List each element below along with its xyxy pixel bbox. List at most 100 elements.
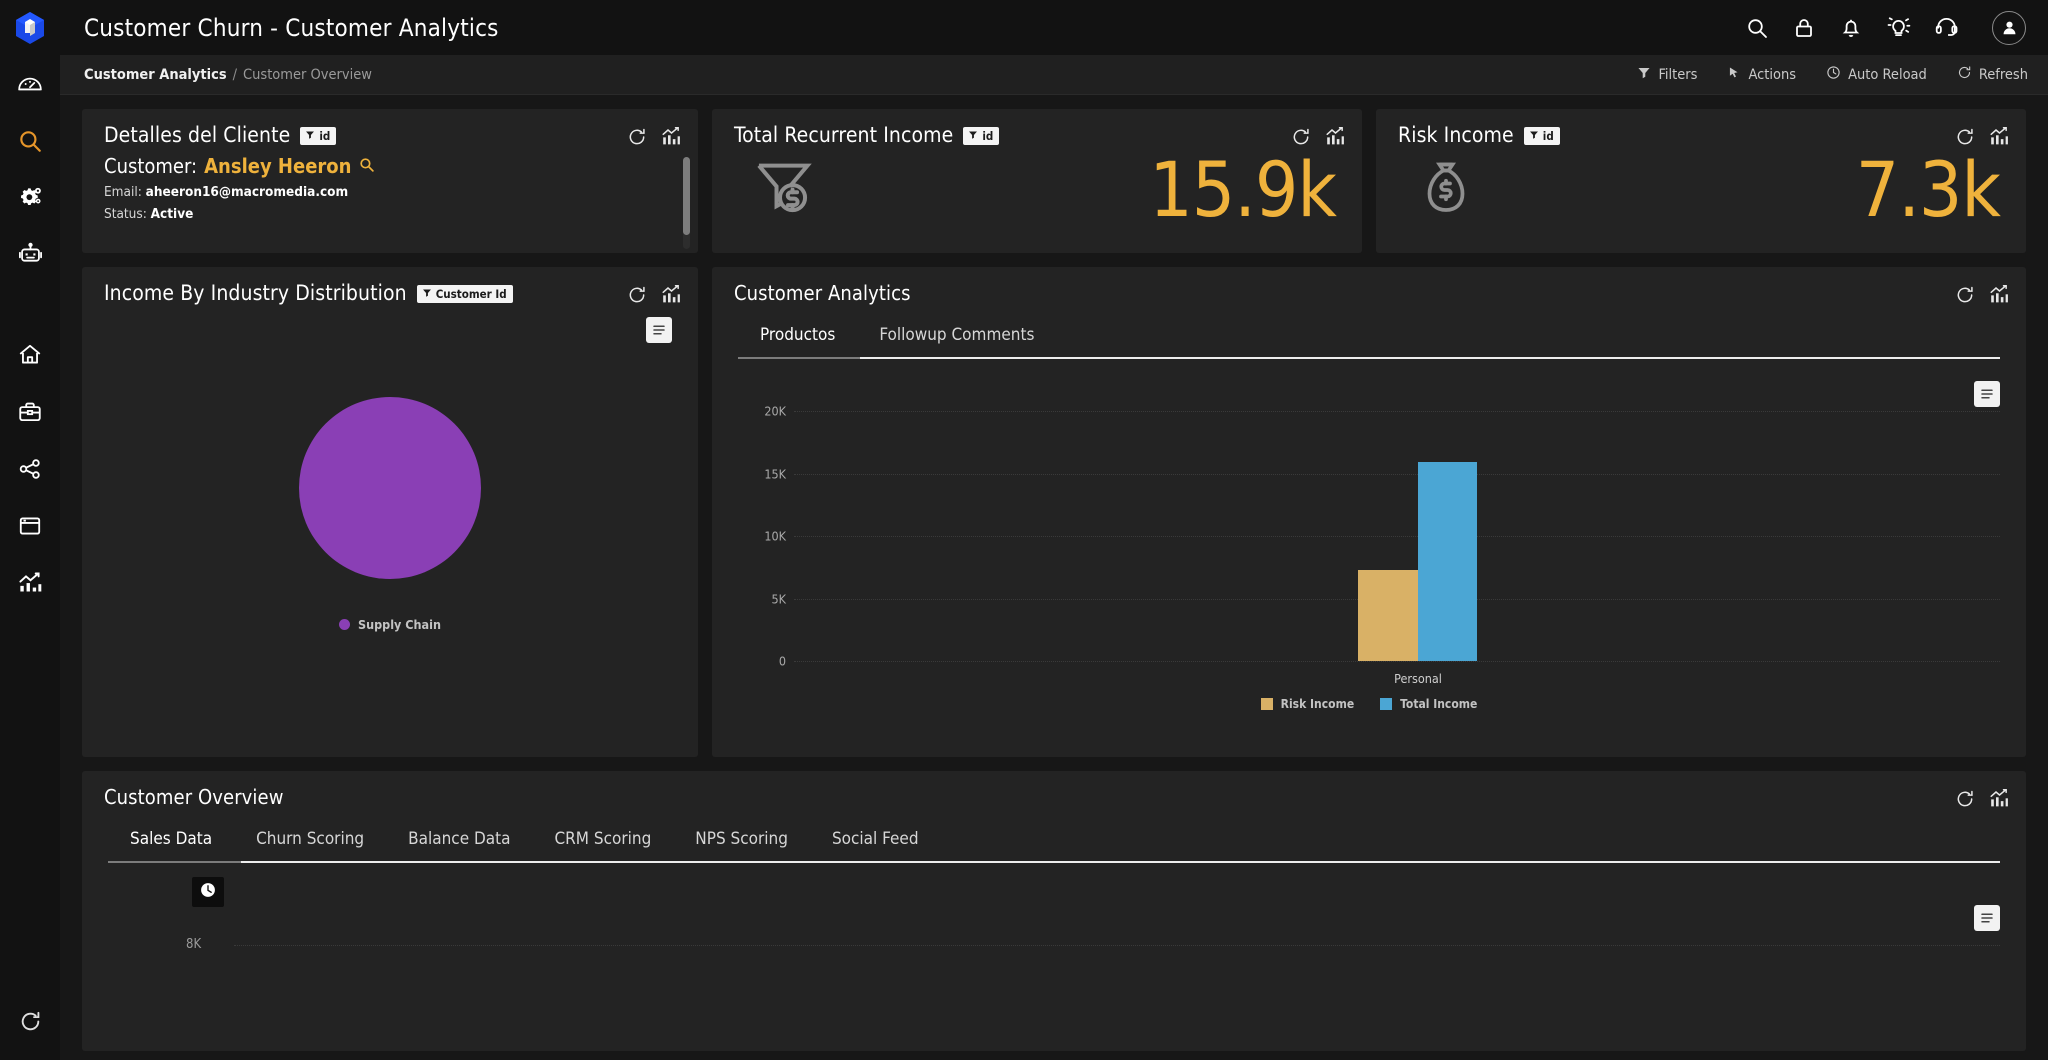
refresh-icon[interactable] bbox=[1291, 127, 1311, 147]
customer-email-line: Email: aheeron16@macromedia.com bbox=[104, 184, 676, 200]
overview-tabs: Sales Data Churn Scoring Balance Data CR… bbox=[82, 809, 2026, 861]
kpi-value: 7.3k bbox=[1855, 144, 2001, 234]
bar-risk-income-personal[interactable] bbox=[1358, 569, 1418, 661]
legend-label[interactable]: Supply Chain bbox=[358, 617, 441, 632]
bar-total-income-personal[interactable] bbox=[1418, 462, 1477, 661]
auto-reload-button[interactable]: Auto Reload bbox=[1826, 65, 1927, 84]
chart-icon[interactable] bbox=[661, 126, 682, 147]
filter-chip[interactable]: id bbox=[963, 127, 1000, 145]
legend-swatch bbox=[1260, 698, 1273, 710]
sidebar-item-robot[interactable] bbox=[0, 226, 60, 283]
x-axis-label-personal: Personal bbox=[1394, 671, 1442, 686]
legend-item-risk-income[interactable]: Risk Income bbox=[1260, 697, 1354, 711]
hamburger-menu-icon[interactable] bbox=[1974, 381, 2000, 407]
filter-chip[interactable]: id bbox=[1523, 127, 1560, 145]
chip-label: id bbox=[319, 129, 331, 143]
sidebar-item-search[interactable] bbox=[0, 112, 60, 169]
settings-gears-icon bbox=[17, 184, 44, 211]
pie-slice-supply-chain[interactable] bbox=[299, 396, 481, 579]
bar-chart-menu[interactable] bbox=[1974, 381, 2000, 407]
status-badge: Active bbox=[150, 206, 194, 222]
sidebar-item-dashboard[interactable] bbox=[0, 55, 60, 112]
customer-status-line: Status: Active bbox=[104, 206, 676, 222]
refresh-icon[interactable] bbox=[1955, 127, 1975, 147]
gridline bbox=[234, 945, 2000, 946]
filter-chip[interactable]: id bbox=[300, 127, 337, 145]
card-customer-details: Detalles del Cliente id Customer: Ansley… bbox=[82, 109, 698, 253]
customer-search-icon[interactable] bbox=[358, 154, 375, 178]
briefcase-icon bbox=[17, 399, 43, 425]
actions-label: Actions bbox=[1748, 66, 1797, 83]
tab-nps-scoring[interactable]: NPS Scoring bbox=[673, 823, 810, 861]
card-customer-overview: Customer Overview Sales Data Churn Scori… bbox=[82, 771, 2026, 1051]
hamburger-menu-icon[interactable] bbox=[646, 317, 672, 343]
card-scrollbar[interactable] bbox=[683, 157, 690, 249]
chart-icon[interactable] bbox=[1989, 788, 2010, 809]
main-region: Customer Churn - Customer Analytics Cust… bbox=[60, 0, 2048, 1060]
plot-area: 20K 15K 10K 5K 0 Personal bbox=[738, 404, 2000, 686]
tab-social-feed[interactable]: Social Feed bbox=[810, 823, 941, 861]
sidebar-item-share[interactable] bbox=[0, 440, 60, 497]
analytics-icon bbox=[17, 569, 44, 596]
lock-icon[interactable] bbox=[1792, 16, 1816, 40]
analytics-bar-chart: 20K 15K 10K 5K 0 Personal Risk Income To… bbox=[712, 359, 2026, 719]
refresh-icon[interactable] bbox=[1955, 789, 1975, 809]
tab-churn-scoring[interactable]: Churn Scoring bbox=[234, 823, 386, 861]
clock-icon bbox=[1826, 65, 1841, 84]
chart-icon[interactable] bbox=[1989, 284, 2010, 305]
refresh-button[interactable]: Refresh bbox=[1957, 65, 2028, 84]
search-icon[interactable] bbox=[1745, 16, 1769, 40]
filter-icon bbox=[1637, 66, 1651, 84]
refresh-icon[interactable] bbox=[1955, 285, 1975, 305]
overview-row: Customer Overview Sales Data Churn Scori… bbox=[82, 771, 2026, 1051]
robot-icon bbox=[17, 241, 44, 268]
refresh-icon[interactable] bbox=[627, 285, 647, 305]
bell-icon[interactable] bbox=[1839, 16, 1863, 40]
tab-followup-comments[interactable]: Followup Comments bbox=[857, 319, 1056, 357]
home-icon bbox=[17, 342, 43, 368]
card-title: Risk Income bbox=[1398, 123, 1514, 147]
refresh-icon[interactable] bbox=[627, 127, 647, 147]
lightbulb-icon[interactable] bbox=[1886, 15, 1911, 40]
breadcrumb-leaf: Customer Overview bbox=[243, 66, 372, 83]
hamburger-menu-icon[interactable] bbox=[1974, 905, 2000, 931]
filters-label: Filters bbox=[1658, 66, 1698, 83]
card-tools bbox=[1955, 281, 2010, 305]
tab-crm-scoring[interactable]: CRM Scoring bbox=[533, 823, 674, 861]
app-logo[interactable] bbox=[0, 0, 60, 55]
bar-chart-legend: Risk Income Total Income bbox=[712, 697, 2026, 711]
sidebar-item-home[interactable] bbox=[0, 326, 60, 383]
filter-chip[interactable]: Customer Id bbox=[416, 285, 513, 303]
sidebar-item-settings[interactable] bbox=[0, 169, 60, 226]
avatar[interactable] bbox=[1992, 10, 2026, 45]
sidebar-item-briefcase[interactable] bbox=[0, 383, 60, 440]
chart-icon[interactable] bbox=[661, 284, 682, 305]
breadcrumb-root[interactable]: Customer Analytics bbox=[84, 67, 227, 83]
refresh-label: Refresh bbox=[1978, 66, 2028, 83]
actions-button[interactable]: Actions bbox=[1727, 66, 1796, 84]
pie-chart-menu[interactable] bbox=[646, 317, 672, 343]
overview-chart-menu[interactable] bbox=[1974, 905, 2000, 931]
sidebar-refresh-button[interactable] bbox=[0, 1009, 60, 1038]
tab-productos[interactable]: Productos bbox=[738, 319, 857, 357]
sidebar-item-window[interactable] bbox=[0, 497, 60, 554]
breadcrumb-separator: / bbox=[232, 66, 238, 83]
card-income-by-industry: Income By Industry Distribution Customer… bbox=[82, 267, 698, 757]
customer-name[interactable]: Ansley Heeron bbox=[204, 154, 351, 178]
tab-sales-data[interactable]: Sales Data bbox=[108, 823, 234, 861]
scrollbar-thumb[interactable] bbox=[683, 157, 690, 235]
card-tools bbox=[1955, 123, 2010, 147]
legend-item-total-income[interactable]: Total Income bbox=[1380, 697, 1477, 711]
card-tools bbox=[1291, 123, 1346, 147]
time-range-button[interactable] bbox=[192, 877, 224, 907]
funnel-dollar-icon bbox=[752, 156, 816, 224]
sidebar-item-analytics[interactable] bbox=[0, 554, 60, 611]
filters-button[interactable]: Filters bbox=[1637, 66, 1697, 84]
status-label: Status: bbox=[104, 206, 147, 222]
dashboard: Detalles del Cliente id Customer: Ansley… bbox=[60, 95, 2048, 1060]
filter-icon bbox=[968, 129, 978, 143]
chart-icon[interactable] bbox=[1325, 126, 1346, 147]
chart-icon[interactable] bbox=[1989, 126, 2010, 147]
tab-balance-data[interactable]: Balance Data bbox=[386, 823, 532, 861]
headset-icon[interactable] bbox=[1934, 15, 1959, 40]
